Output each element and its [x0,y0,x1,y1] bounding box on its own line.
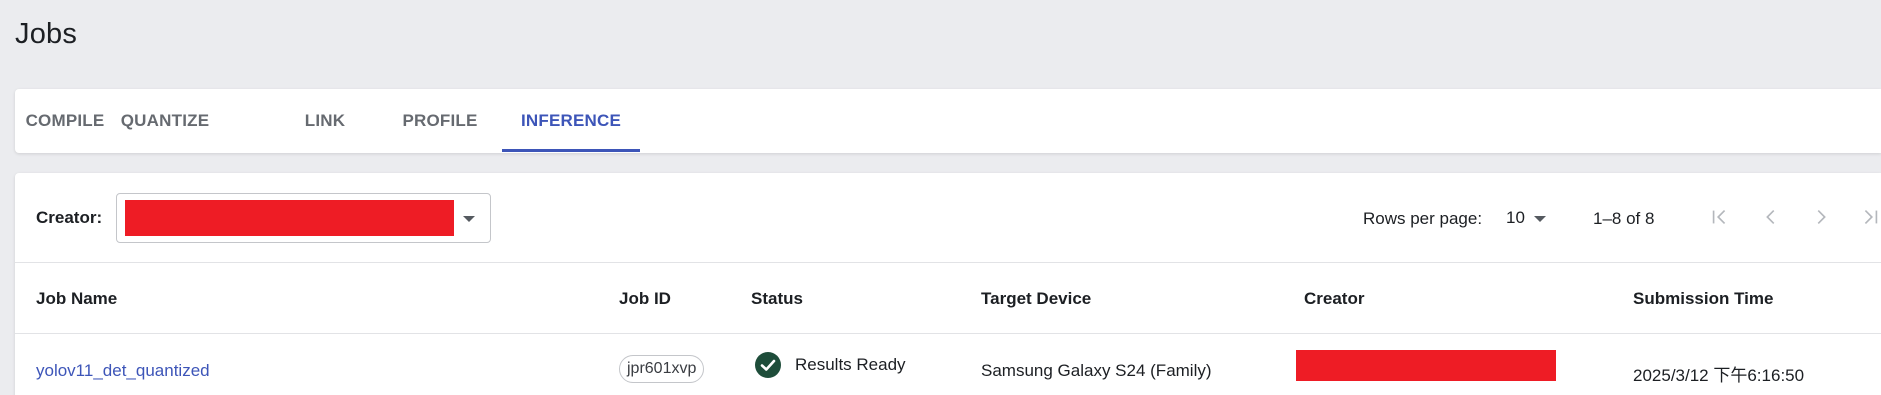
table-toolbar: Creator: Rows per page: 10 1–8 of 8 [15,173,1881,263]
tab-link[interactable]: LINK [275,89,375,153]
rows-per-page-label: Rows per page: [1363,209,1483,228]
last-page-button[interactable] [1852,199,1881,235]
active-tab-indicator [502,149,640,152]
tab-inference[interactable]: INFERENCE [502,89,640,153]
table-row[interactable]: yolov11_det_quantized jpr601xvp Results … [15,334,1881,395]
jobs-table-card: Creator: Rows per page: 10 1–8 of 8 Job … [15,173,1881,395]
next-page-icon [1817,209,1826,225]
last-page-icon [1864,209,1878,225]
chevron-down-icon [1534,216,1546,222]
tab-compile[interactable]: COMPILE [15,89,115,153]
rows-per-page-value: 10 [1506,208,1525,227]
redacted-creator-cell [1296,350,1556,381]
column-header-creator[interactable]: Creator [1304,289,1364,309]
first-page-icon [1712,209,1726,225]
column-header-submission-time[interactable]: Submission Time [1633,289,1773,309]
tab-quantize[interactable]: QUANTIZE [115,89,215,153]
job-name-link[interactable]: yolov11_det_quantized [36,361,210,381]
job-type-tabs: COMPILE QUANTIZE LINK PROFILE INFERENCE [15,89,1881,153]
previous-page-icon [1766,209,1775,225]
pagination-range: 1–8 of 8 [1593,209,1655,228]
tab-profile[interactable]: PROFILE [380,89,500,153]
creator-filter-label: Creator: [36,208,103,227]
previous-page-button[interactable] [1753,199,1789,235]
page-title: Jobs [15,18,78,50]
chevron-down-icon [463,216,475,222]
column-header-job-id[interactable]: Job ID [619,289,671,309]
next-page-button[interactable] [1803,199,1839,235]
rows-per-page-select[interactable]: 10 [1506,199,1566,233]
column-header-job-name[interactable]: Job Name [36,289,117,309]
table-header: Job Name Job ID Status Target Device Cre… [15,263,1881,334]
check-circle-icon [755,352,781,378]
column-header-target-device[interactable]: Target Device [981,289,1091,309]
status-cell: Results Ready [754,350,906,380]
status-text: Results Ready [795,355,906,374]
creator-filter-select[interactable] [116,193,491,243]
first-page-button[interactable] [1702,199,1738,235]
target-device-cell: Samsung Galaxy S24 (Family) [981,361,1212,380]
redacted-creator-value [125,200,454,236]
column-header-status[interactable]: Status [751,289,803,309]
submission-time-cell: 2025/3/12 下午6:16:50 [1633,366,1805,385]
job-id-chip[interactable]: jpr601xvp [619,355,705,383]
